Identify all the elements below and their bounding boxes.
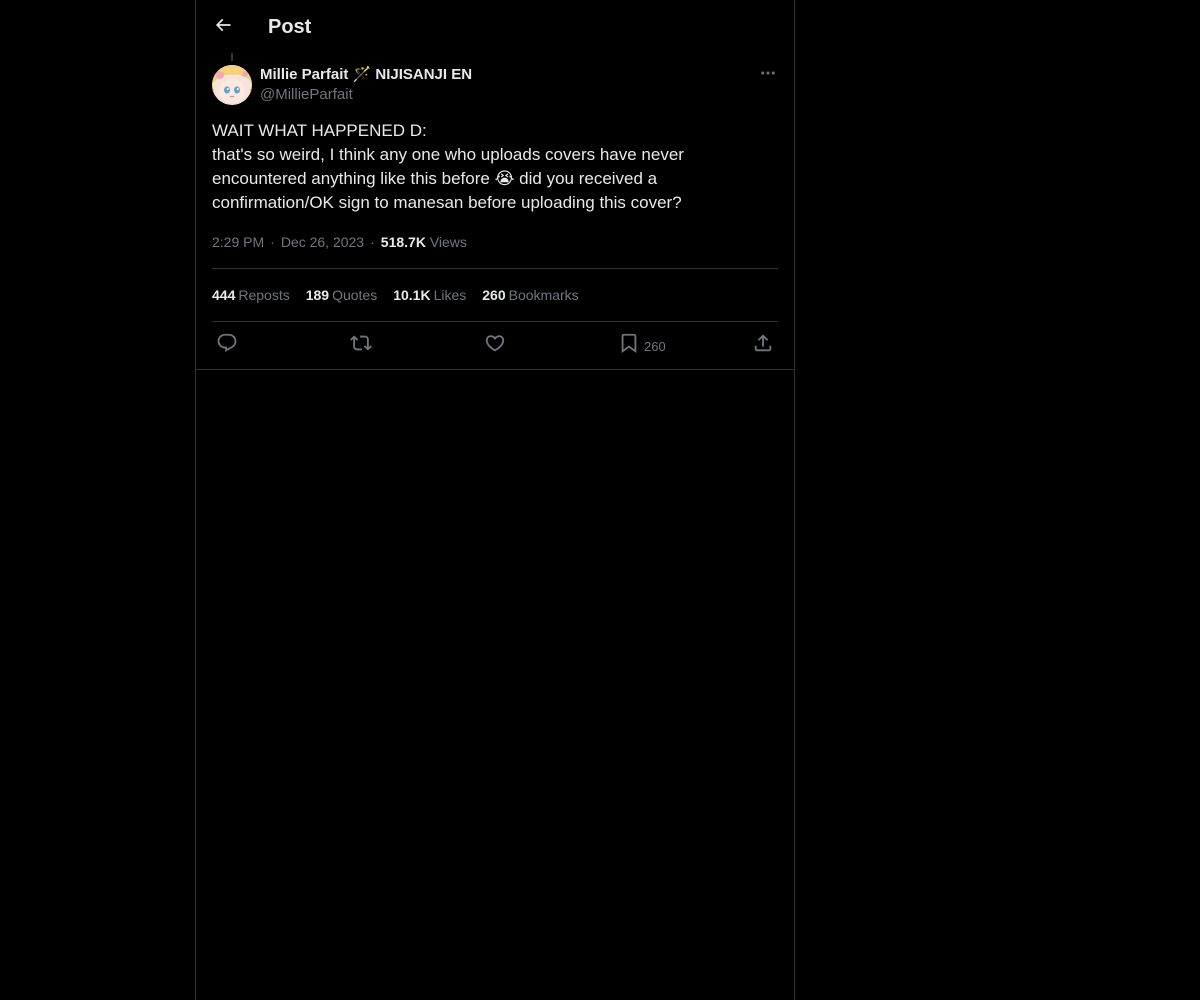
tweet-date[interactable]: Dec 26, 2023 [281,234,364,250]
meta-separator: · [370,234,375,250]
likes-label: Likes [433,287,467,303]
main-column: Post Millie Parfait 🪄 NIJISANJI EN @Mill… [195,0,795,1000]
meta-separator: · [270,234,275,250]
top-bar: Post [196,0,794,53]
tweet-time[interactable]: 2:29 PM [212,234,264,250]
quotes-label: Quotes [332,287,378,303]
avatar[interactable] [212,65,252,105]
share-button[interactable] [752,333,774,357]
bookmarks-count: 260 [482,287,506,303]
page-title: Post [268,16,312,38]
views-count: 518.7K [380,234,426,250]
repost-button[interactable] [350,333,372,357]
more-horizontal-icon [759,64,777,87]
tweet-text-line: encountered anything like this before 😭 … [212,169,658,188]
likes-count: 10.1K [393,287,431,303]
views-label: Views [429,234,467,250]
thread-connector-line [231,53,233,61]
tweet-text-line: WAIT WHAT HAPPENED D: [212,121,427,140]
bookmark-button[interactable]: 260 [618,333,666,357]
likes-stat[interactable]: 10.1K Likes [393,285,466,305]
bookmark-icon [618,332,640,359]
quotes-stat[interactable]: 189 Quotes [306,285,378,305]
reposts-stat[interactable]: 444 Reposts [212,285,290,305]
arrow-left-icon [213,15,233,40]
author-handle[interactable]: @MillieParfait [260,85,472,105]
tweet-bottom-border [196,369,794,370]
reposts-count: 444 [212,287,236,303]
tweet-text-line: that's so weird, I think any one who upl… [212,145,684,164]
tweet-meta: 2:29 PM · Dec 26, 2023 · 518.7K Views [212,232,467,252]
share-icon [752,332,774,359]
reply-button[interactable] [216,333,238,357]
bookmarks-stat[interactable]: 260 Bookmarks [482,285,578,305]
back-button[interactable] [208,12,238,42]
action-bar: 260 [212,333,778,357]
divider [212,321,778,322]
bookmark-count: 260 [644,339,666,354]
like-button[interactable] [484,333,506,357]
author-info: Millie Parfait 🪄 NIJISANJI EN @MilliePar… [260,65,472,105]
engagement-stats: 444 Reposts 189 Quotes 10.1K Likes 260 Bookmark… [212,285,595,305]
repost-icon [350,332,372,359]
tweet-text-line: confirmation/OK sign to manesan before u… [212,193,682,212]
more-options-button[interactable] [758,65,778,85]
quotes-count: 189 [305,287,330,303]
tweet-text: WAIT WHAT HAPPENED D: that's so weird, I… [212,119,778,215]
author-display-name[interactable]: Millie Parfait 🪄 NIJISANJI EN [260,65,472,85]
reply-icon [216,332,238,359]
divider [212,268,778,269]
avatar-image [212,65,252,105]
reposts-label: Reposts [238,287,290,303]
heart-icon [484,332,506,359]
bookmarks-label: Bookmarks [508,287,579,303]
